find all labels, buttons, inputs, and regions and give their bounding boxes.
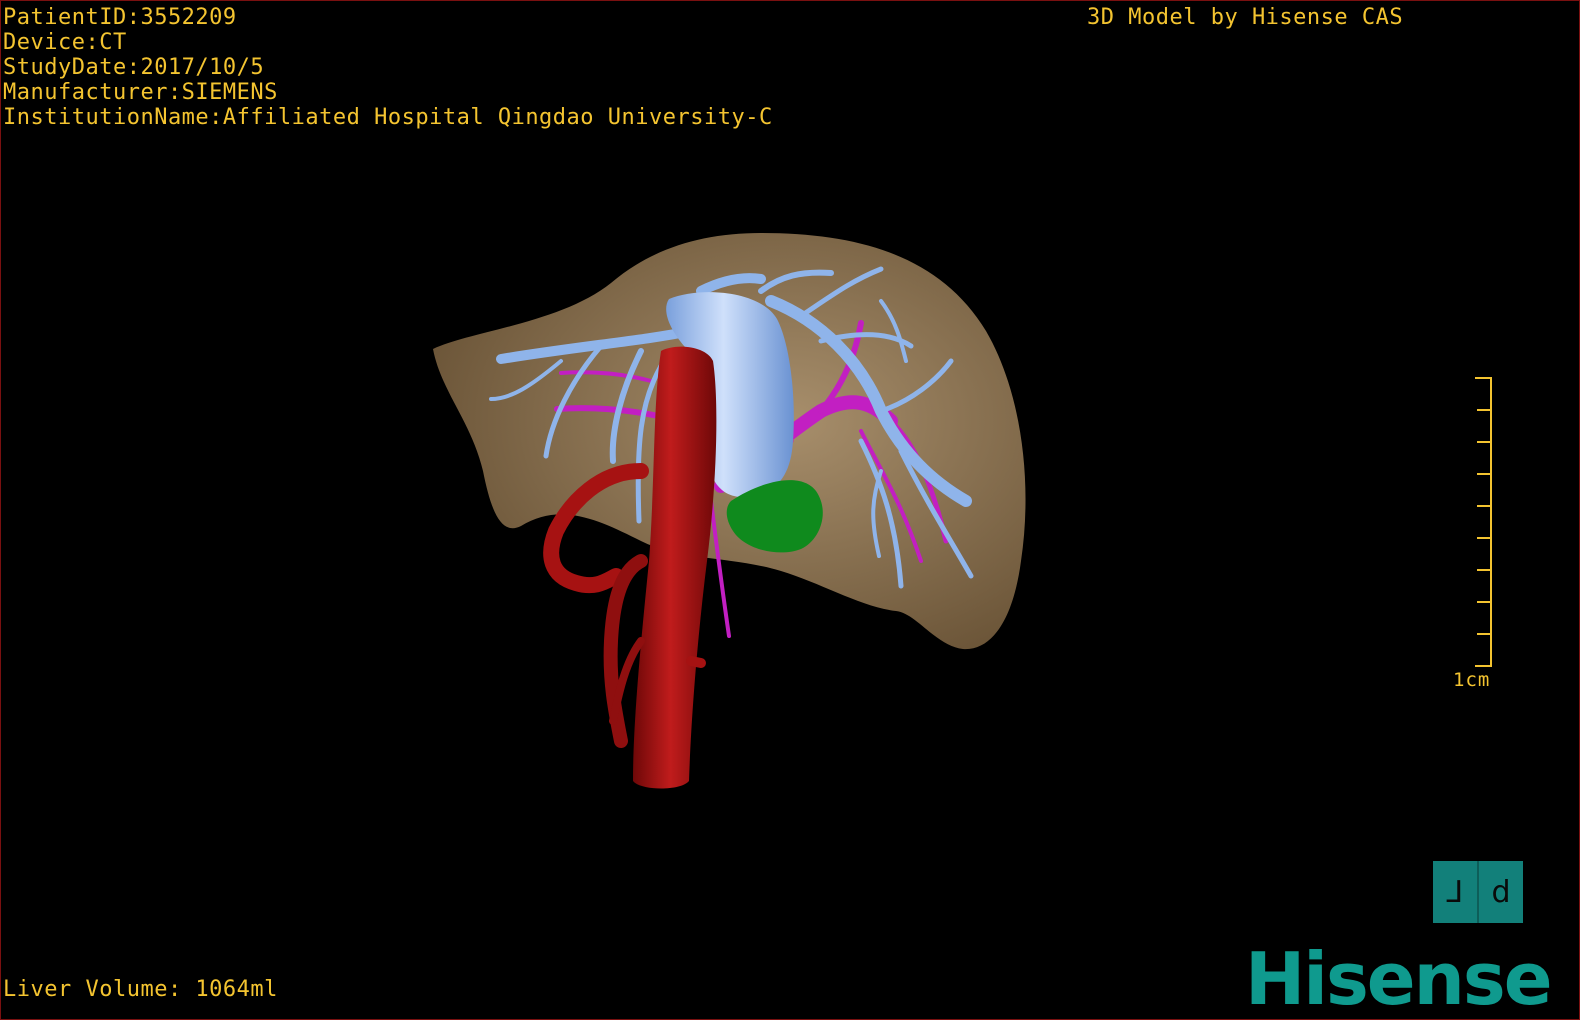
hisense-logo: Hisense: [1245, 937, 1553, 1020]
device-label: Device:CT: [3, 30, 127, 55]
orientation-right-glyph: d: [1491, 874, 1511, 910]
3d-viewport[interactable]: PatientID:3552209 Device:CT StudyDate:20…: [0, 0, 1580, 1020]
scale-bar: [1475, 377, 1492, 667]
manufacturer-label: Manufacturer:SIEMENS: [3, 80, 278, 105]
liver-volume-label: Liver Volume: 1064ml: [3, 977, 278, 1002]
scale-bar-label: 1cm: [1453, 669, 1491, 691]
liver-3d-model[interactable]: [1, 1, 1579, 1019]
model-credit-label: 3D Model by Hisense CAS: [1087, 5, 1404, 30]
orientation-marker[interactable]: ⅃ d: [1433, 861, 1523, 923]
patient-id-label: PatientID:3552209: [3, 5, 237, 30]
orientation-left-glyph: ⅃: [1433, 861, 1479, 923]
institution-label: InstitutionName:Affiliated Hospital Qing…: [3, 105, 773, 130]
study-date-label: StudyDate:2017/10/5: [3, 55, 265, 80]
